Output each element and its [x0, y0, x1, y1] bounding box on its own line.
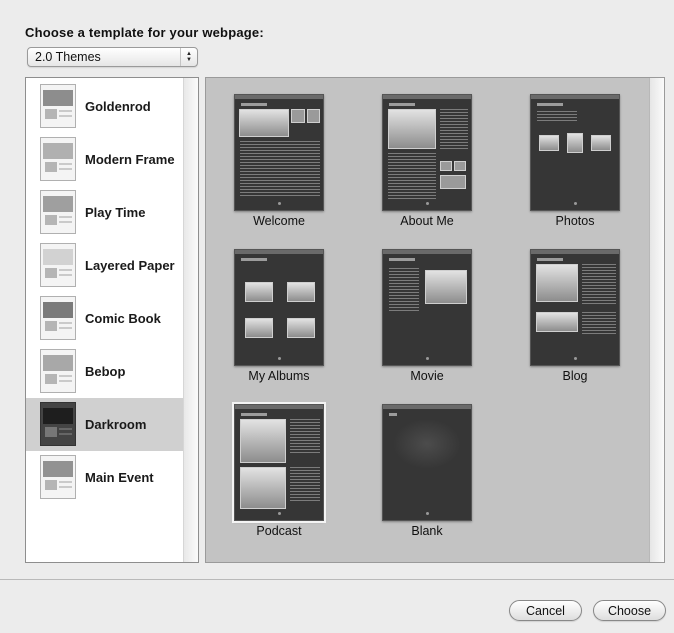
podcast-thumbnail-icon: [232, 402, 326, 523]
page-label: About Me: [400, 214, 454, 228]
cancel-button[interactable]: Cancel: [509, 600, 582, 621]
theme-item-modern-frame[interactable]: Modern Frame: [26, 133, 184, 186]
theme-item-play-time[interactable]: Play Time: [26, 186, 184, 239]
page-label: Welcome: [253, 214, 305, 228]
bebop-thumbnail-icon: [40, 349, 76, 393]
theme-label: Main Event: [85, 470, 154, 485]
theme-item-comic-book[interactable]: Comic Book: [26, 292, 184, 345]
blog-thumbnail-icon: [530, 249, 620, 366]
popup-arrows-icon: ▲ ▼: [180, 48, 197, 66]
theme-set-value: 2.0 Themes: [35, 50, 101, 64]
welcome-thumbnail-icon: [234, 94, 324, 211]
theme-label: Bebop: [85, 364, 126, 379]
page-template-photos[interactable]: Photos: [528, 94, 622, 228]
darkroom-thumbnail-icon: [40, 402, 76, 446]
blank-thumbnail-icon: [382, 404, 472, 521]
theme-label: Goldenrod: [85, 99, 151, 114]
theme-label: Layered Paper: [85, 258, 175, 273]
theme-item-bebop[interactable]: Bebop: [26, 345, 184, 398]
theme-item-goldenrod[interactable]: Goldenrod: [26, 80, 184, 133]
page-label: Blank: [411, 524, 443, 538]
theme-item-layered-paper[interactable]: Layered Paper: [26, 239, 184, 292]
theme-label: Modern Frame: [85, 152, 175, 167]
movie-thumbnail-icon: [382, 249, 472, 366]
page-label: Blog: [562, 369, 588, 383]
comic-book-thumbnail-icon: [40, 296, 76, 340]
page-template-welcome[interactable]: Welcome: [232, 94, 326, 228]
page-template-grid: Welcome About Me Photos My Albums Movie …: [205, 77, 665, 563]
theme-label: Play Time: [85, 205, 146, 220]
theme-item-darkroom[interactable]: Darkroom: [26, 398, 184, 451]
page-template-movie[interactable]: Movie: [380, 249, 474, 383]
page-label: Podcast: [256, 524, 302, 538]
page-template-my-albums[interactable]: My Albums: [232, 249, 326, 383]
page-grid-scrollbar[interactable]: [649, 78, 664, 562]
goldenrod-thumbnail-icon: [40, 84, 76, 128]
theme-list: Goldenrod Modern Frame Play Time Layered…: [25, 77, 199, 563]
footer-divider: [0, 579, 674, 580]
theme-label: Darkroom: [85, 417, 147, 432]
about-me-thumbnail-icon: [382, 94, 472, 211]
theme-set-popup[interactable]: 2.0 Themes ▲ ▼: [27, 47, 198, 67]
my-albums-thumbnail-icon: [234, 249, 324, 366]
dialog-heading: Choose a template for your webpage:: [25, 25, 264, 40]
theme-label: Comic Book: [85, 311, 161, 326]
theme-list-scrollbar[interactable]: [183, 78, 198, 562]
page-label: My Albums: [248, 369, 310, 383]
choose-button[interactable]: Choose: [593, 600, 666, 621]
page-label: Photos: [555, 214, 595, 228]
page-template-about-me[interactable]: About Me: [380, 94, 474, 228]
page-template-blank[interactable]: Blank: [380, 404, 474, 538]
page-template-podcast[interactable]: Podcast: [232, 402, 326, 538]
main-event-thumbnail-icon: [40, 455, 76, 499]
layered-paper-thumbnail-icon: [40, 243, 76, 287]
page-label: Movie: [410, 369, 444, 383]
photos-thumbnail-icon: [530, 94, 620, 211]
play-time-thumbnail-icon: [40, 190, 76, 234]
modern-frame-thumbnail-icon: [40, 137, 76, 181]
page-template-blog[interactable]: Blog: [528, 249, 622, 383]
theme-item-main-event[interactable]: Main Event: [26, 451, 184, 504]
